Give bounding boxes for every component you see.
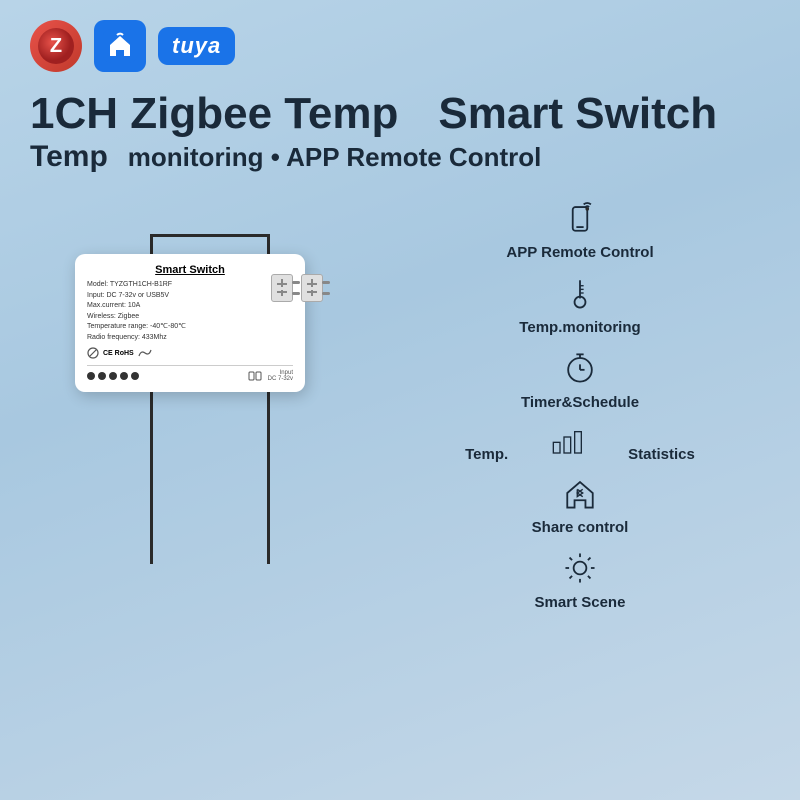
feature-timer-label: Timer&Schedule	[521, 394, 639, 411]
feature-app-remote-label: APP Remote Control	[506, 244, 653, 261]
stats-col-right: Statistics	[628, 444, 695, 463]
rohs-wave-icon	[138, 348, 152, 358]
device-section: Smart Switch Model: TYZGTH1CH-B1RF Input…	[20, 194, 360, 619]
feature-timer: Timer&Schedule	[380, 344, 780, 411]
terminal-icon	[248, 371, 262, 381]
device-badges: CE RoHS	[87, 347, 293, 359]
features-section: APP Remote Control Temp.monitoring	[360, 194, 780, 619]
zigbee-logo: Z	[30, 20, 82, 72]
dot-2	[98, 372, 106, 380]
knob-1	[271, 274, 293, 302]
bluetooth-home-icon	[556, 469, 604, 517]
thermometer-icon	[556, 269, 604, 317]
subtitle-row: Temp monitoring • APP Remote Control	[0, 140, 800, 174]
stats-col-left: Temp.	[465, 444, 508, 463]
smart-home-logo	[94, 20, 146, 72]
device-bottom: InputDC 7-32v	[87, 365, 293, 382]
product-page: Z tuya 1CH Zigbee Temp Smart Switch Temp…	[0, 0, 800, 800]
wire-top	[150, 234, 270, 237]
device-body: Smart Switch Model: TYZGTH1CH-B1RF Input…	[75, 254, 305, 392]
logos-row: Z tuya	[0, 0, 800, 82]
dot-4	[120, 372, 128, 380]
dot-3	[109, 372, 117, 380]
prohibition-icon	[87, 347, 99, 359]
feature-app-remote: APP Remote Control	[380, 194, 780, 261]
terminal-dots	[87, 372, 139, 380]
feature-share-label: Share control	[532, 519, 629, 536]
tuya-logo: tuya	[158, 27, 235, 65]
feature-temp-monitoring: Temp.monitoring	[380, 269, 780, 336]
feature-temp-stats-left: Temp.	[465, 446, 508, 463]
input-label: InputDC 7-32v	[268, 370, 293, 382]
knob-2	[301, 274, 323, 302]
dot-1	[87, 372, 95, 380]
content-area: Smart Switch Model: TYZGTH1CH-B1RF Input…	[0, 194, 800, 619]
bar-chart-icon	[538, 419, 598, 463]
timer-icon	[556, 344, 604, 392]
feature-stats-row: Temp. Statistics	[380, 419, 780, 463]
feature-share-control: Share control	[380, 469, 780, 536]
feature-smart-scene: Smart Scene	[380, 544, 780, 611]
feature-temp-stats-right: Statistics	[628, 446, 695, 463]
device-specs: Model: TYZGTH1CH-B1RF Input: DC 7-32v or…	[87, 280, 293, 343]
feature-smart-scene-label: Smart Scene	[535, 594, 626, 611]
svg-text:Z: Z	[50, 35, 62, 57]
subtitle-left: Temp	[30, 140, 108, 174]
main-title-left: 1CH Zigbee Temp	[30, 90, 398, 138]
device-knobs	[271, 274, 323, 302]
sun-gear-icon	[556, 544, 604, 592]
dot-5	[131, 372, 139, 380]
subtitle-right: monitoring • APP Remote Control	[128, 142, 542, 173]
main-title-right: Smart Switch	[438, 90, 717, 138]
device-name: Smart Switch	[87, 264, 293, 276]
app-remote-icon	[556, 194, 604, 242]
feature-temp-label: Temp.monitoring	[519, 319, 640, 336]
